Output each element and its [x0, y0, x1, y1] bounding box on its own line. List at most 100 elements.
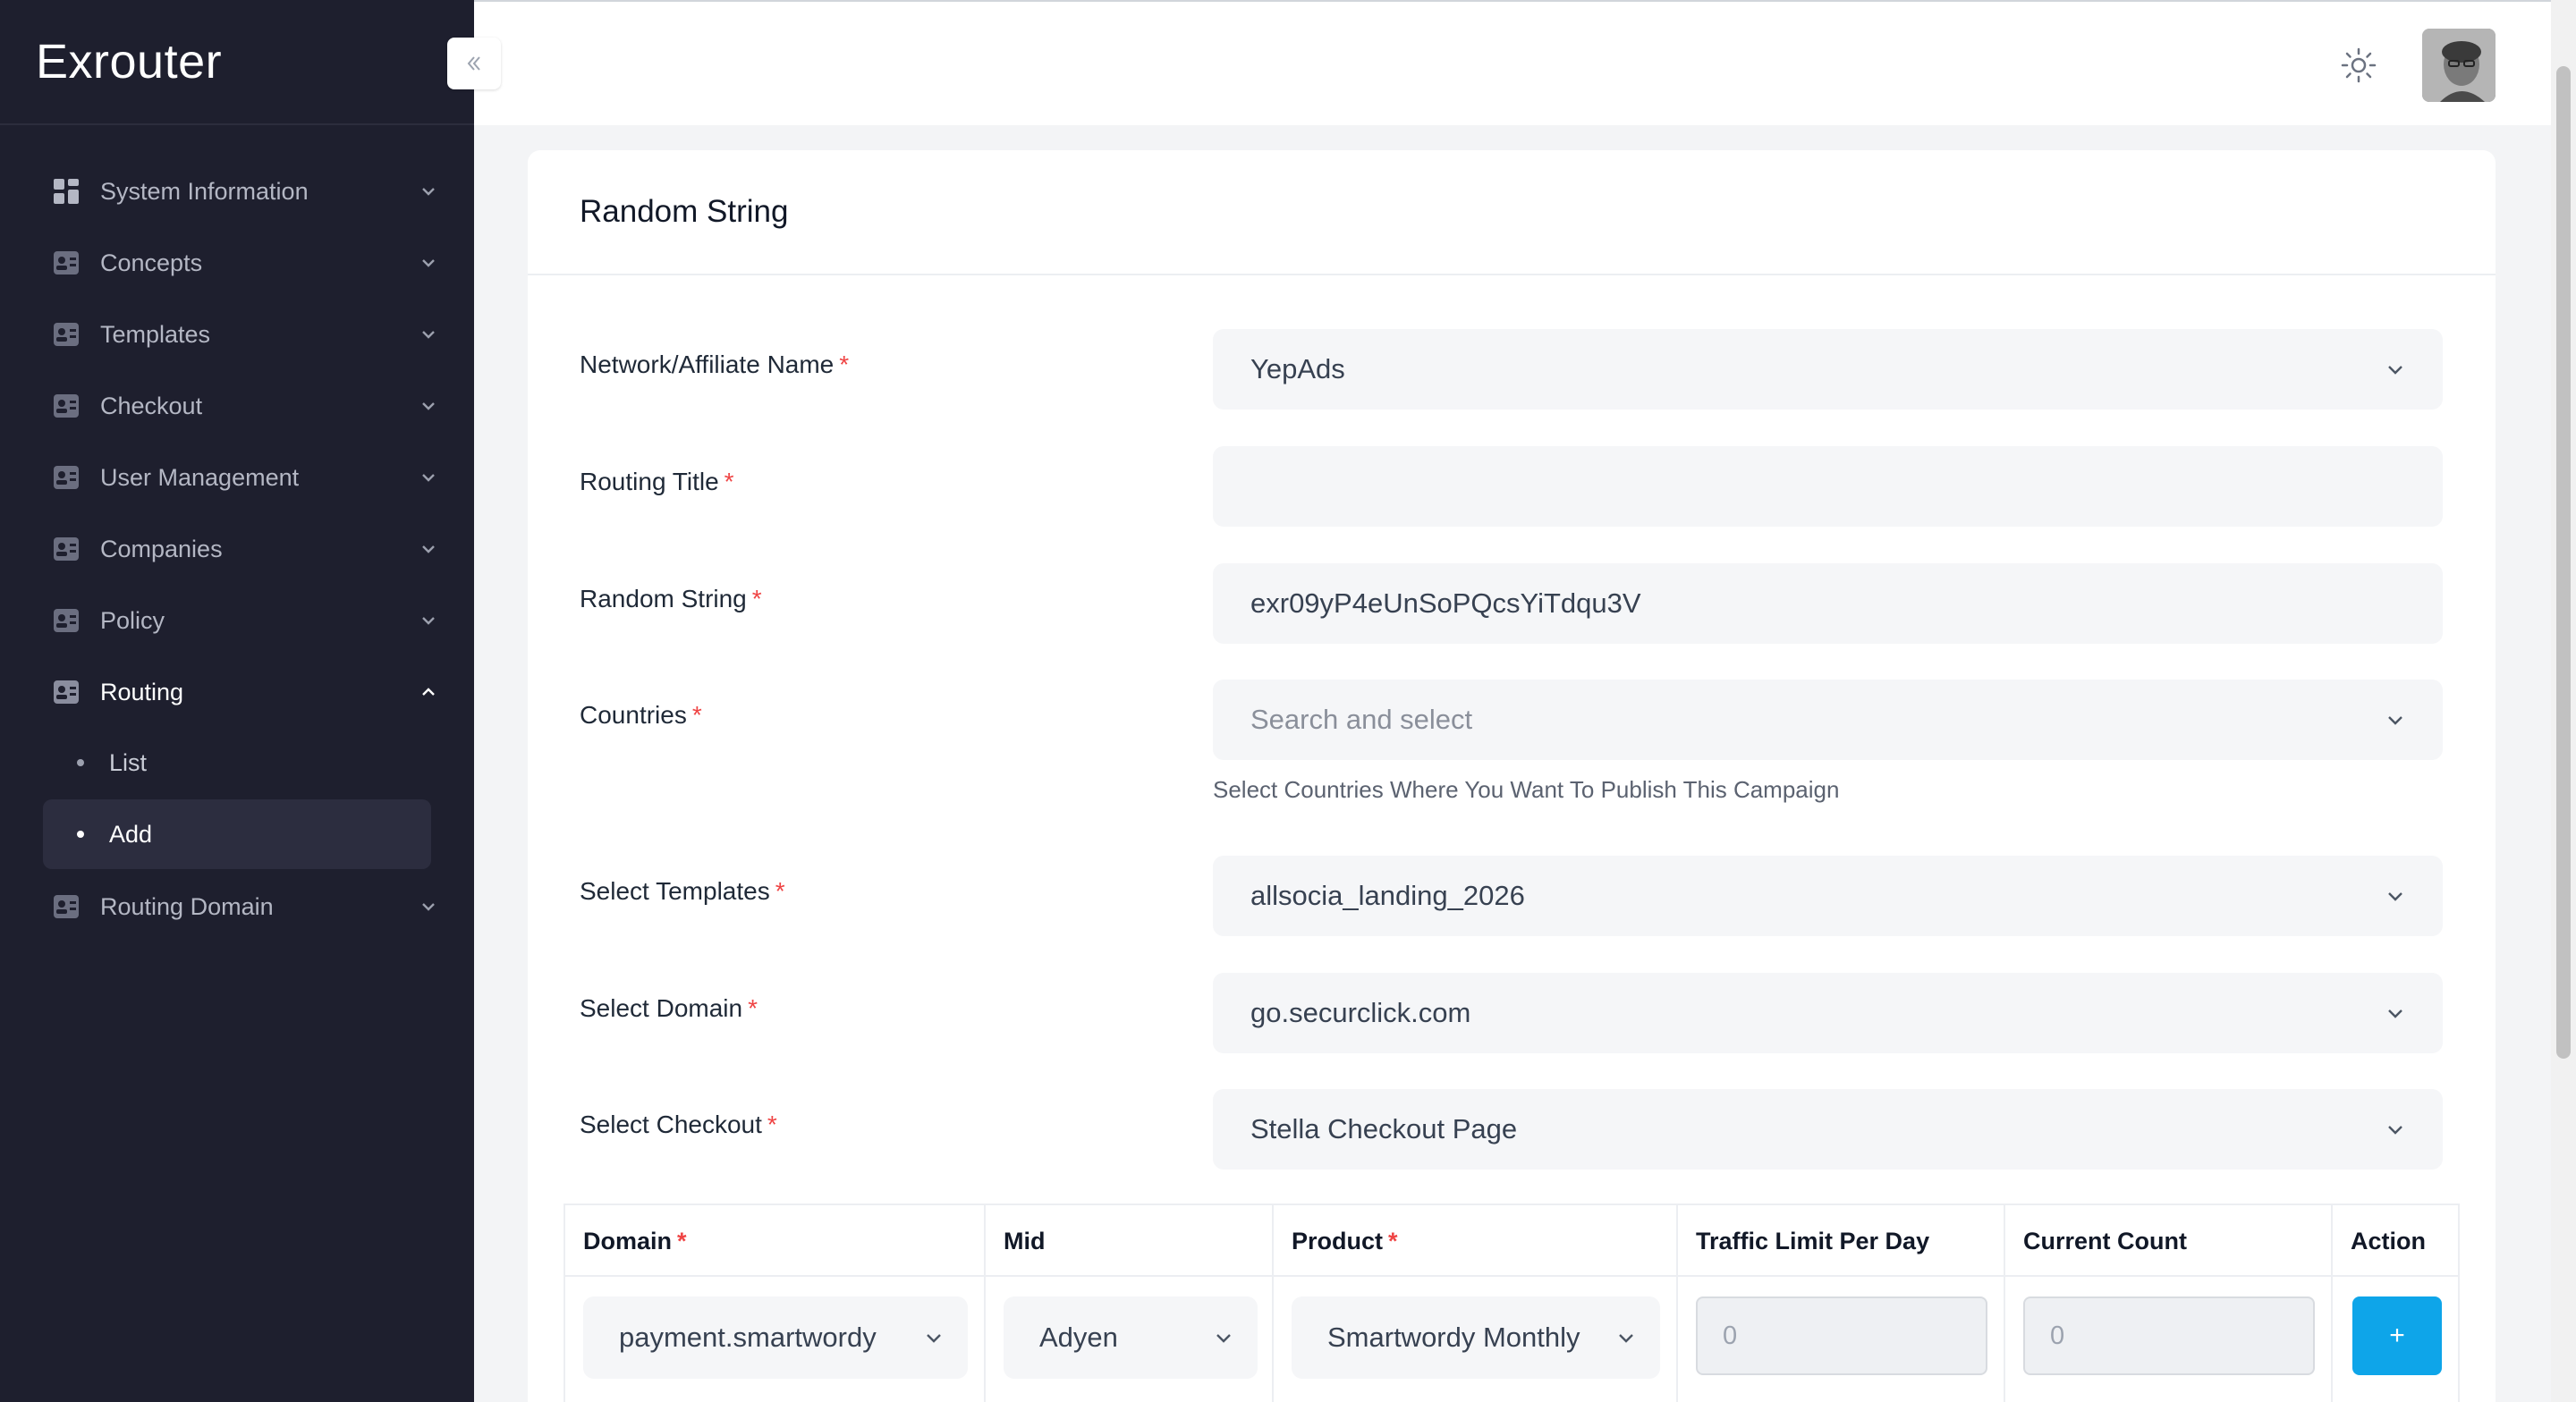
chevron-down-icon — [422, 402, 435, 410]
column-header-traffic-limit: Traffic Limit Per Day — [1678, 1205, 2005, 1277]
domain-select[interactable]: go.securclick.com — [1213, 973, 2443, 1053]
chevron-down-icon — [422, 545, 435, 553]
contact-card-icon — [54, 394, 79, 418]
scrollbar-thumb[interactable] — [2556, 66, 2571, 1059]
sidebar-item-routing-domain[interactable]: Routing Domain — [0, 871, 474, 942]
checkout-label: Select Checkout * — [580, 1111, 777, 1138]
table-cell-traffic-limit: 0 — [1678, 1277, 2005, 1402]
network-label: Network/Affiliate Name * — [580, 350, 850, 378]
top-bar — [474, 0, 2576, 125]
countries-placeholder: Search and select — [1250, 704, 1473, 735]
network-select[interactable]: YepAds — [1213, 329, 2443, 410]
bullet-dot — [77, 831, 84, 838]
sidebar-item-checkout[interactable]: Checkout — [0, 370, 474, 442]
chevron-down-icon — [422, 188, 435, 196]
chevron-down-icon — [422, 903, 435, 911]
sidebar-nav: System Information Concepts Templates Ch… — [0, 156, 474, 942]
sidebar-item-policy[interactable]: Policy — [0, 585, 474, 656]
table-header-row: Domain * Mid Product * Traffic Limit Per D… — [565, 1205, 2458, 1277]
chevron-down-icon — [2388, 892, 2402, 901]
sidebar-item-system-information[interactable]: System Information — [0, 156, 474, 227]
countries-select[interactable]: Search and select — [1213, 680, 2443, 760]
sidebar-item-label: System Information — [100, 177, 309, 205]
double-chevron-left-icon — [467, 56, 480, 71]
row-domain-select[interactable]: payment.smartwordy — [583, 1296, 968, 1379]
column-header-action: Action — [2351, 1227, 2426, 1254]
card-header: Random String — [528, 150, 2496, 275]
contact-card-icon — [54, 609, 79, 632]
column-header-mid: Mid — [986, 1205, 1274, 1277]
contact-card-icon — [54, 323, 79, 346]
chevron-down-icon — [2388, 716, 2402, 725]
row-traffic-limit-value: 0 — [1723, 1321, 1738, 1350]
avatar-portrait-icon — [2422, 29, 2496, 102]
page-title: Random String — [580, 194, 789, 229]
row-current-count-value: 0 — [2050, 1321, 2065, 1350]
random-string-value: exr09yP4eUnSoPQcsYiTdqu3V — [1250, 587, 1641, 619]
contact-card-icon — [54, 537, 79, 561]
sidebar-item-label: Concepts — [100, 249, 203, 276]
contact-card-icon — [54, 895, 79, 918]
routing-title-label: Routing Title * — [580, 468, 734, 495]
sidebar-item-companies[interactable]: Companies — [0, 513, 474, 585]
sidebar-item-user-management[interactable]: User Management — [0, 442, 474, 513]
chevron-down-icon — [2388, 366, 2402, 375]
dashboard-icon — [54, 179, 79, 204]
collapse-sidebar-button[interactable] — [447, 38, 501, 89]
column-header-current-count: Current Count — [2005, 1205, 2333, 1277]
sidebar-item-routing[interactable]: Routing — [0, 656, 474, 728]
sidebar-item-label: Routing Domain — [100, 892, 274, 920]
chevron-up-icon — [422, 688, 435, 696]
table-cell-current-count: 0 — [2005, 1277, 2333, 1402]
form-card: Random String Network/Affiliate Name * Ye… — [528, 150, 2496, 1402]
app-logo: Exrouter — [36, 35, 223, 89]
sidebar: Exrouter System Information Concepts Tem… — [0, 0, 474, 1402]
sidebar-subitem-add[interactable]: Add — [43, 799, 431, 869]
sun-icon[interactable] — [2338, 45, 2379, 86]
routing-table: Domain * Mid Product * Traffic Limit Per D… — [564, 1204, 2460, 1402]
chevron-down-icon — [2388, 1126, 2402, 1135]
contact-card-icon — [54, 680, 79, 704]
add-row-button[interactable]: + — [2352, 1296, 2442, 1375]
chevron-down-icon — [1619, 1334, 1633, 1343]
row-current-count-input[interactable]: 0 — [2023, 1296, 2315, 1375]
chevron-down-icon — [422, 259, 435, 267]
sidebar-item-label: Templates — [100, 320, 211, 348]
checkout-value: Stella Checkout Page — [1250, 1113, 1518, 1144]
table-cell-domain: payment.smartwordy — [565, 1277, 986, 1402]
contact-card-icon — [54, 251, 79, 274]
random-string-label: Random String * — [580, 585, 762, 612]
sidebar-item-concepts[interactable]: Concepts — [0, 227, 474, 299]
row-traffic-limit-input[interactable]: 0 — [1696, 1296, 1987, 1375]
checkout-select[interactable]: Stella Checkout Page — [1213, 1089, 2443, 1170]
chevron-down-icon — [422, 331, 435, 339]
row-product-select[interactable]: Smartwordy Monthly — [1292, 1296, 1660, 1379]
countries-helper-text: Select Countries Where You Want To Publi… — [1213, 776, 1840, 803]
table-cell-mid: Adyen — [986, 1277, 1274, 1402]
row-mid-value: Adyen — [1039, 1322, 1118, 1353]
random-string-input[interactable]: exr09yP4eUnSoPQcsYiTdqu3V — [1213, 563, 2443, 644]
sidebar-item-label: Routing — [100, 678, 184, 705]
templates-select[interactable]: allsocia_landing_2026 — [1213, 856, 2443, 936]
templates-label: Select Templates * — [580, 877, 785, 905]
chevron-down-icon — [422, 474, 435, 482]
sidebar-item-label: Policy — [100, 606, 165, 634]
row-product-value: Smartwordy Monthly — [1327, 1322, 1580, 1353]
domain-value: go.securclick.com — [1250, 997, 1471, 1028]
sidebar-item-templates[interactable]: Templates — [0, 299, 474, 370]
table-cell-action: + — [2333, 1277, 2462, 1402]
page-scrollbar[interactable] — [2551, 0, 2576, 1402]
user-avatar[interactable] — [2422, 29, 2496, 102]
row-mid-select[interactable]: Adyen — [1004, 1296, 1258, 1379]
add-row-label: + — [2389, 1321, 2405, 1350]
sidebar-subitem-label: Add — [109, 820, 153, 848]
sidebar-item-label: Checkout — [100, 392, 203, 419]
network-value: YepAds — [1250, 353, 1345, 384]
row-domain-value: payment.smartwordy — [619, 1322, 877, 1353]
routing-title-input[interactable] — [1213, 446, 2443, 527]
contact-card-icon — [54, 466, 79, 489]
logo-area: Exrouter — [0, 0, 474, 125]
chevron-down-icon — [927, 1334, 941, 1343]
sidebar-subitem-list[interactable]: List — [43, 728, 431, 798]
column-header-product: Product * — [1274, 1205, 1678, 1277]
